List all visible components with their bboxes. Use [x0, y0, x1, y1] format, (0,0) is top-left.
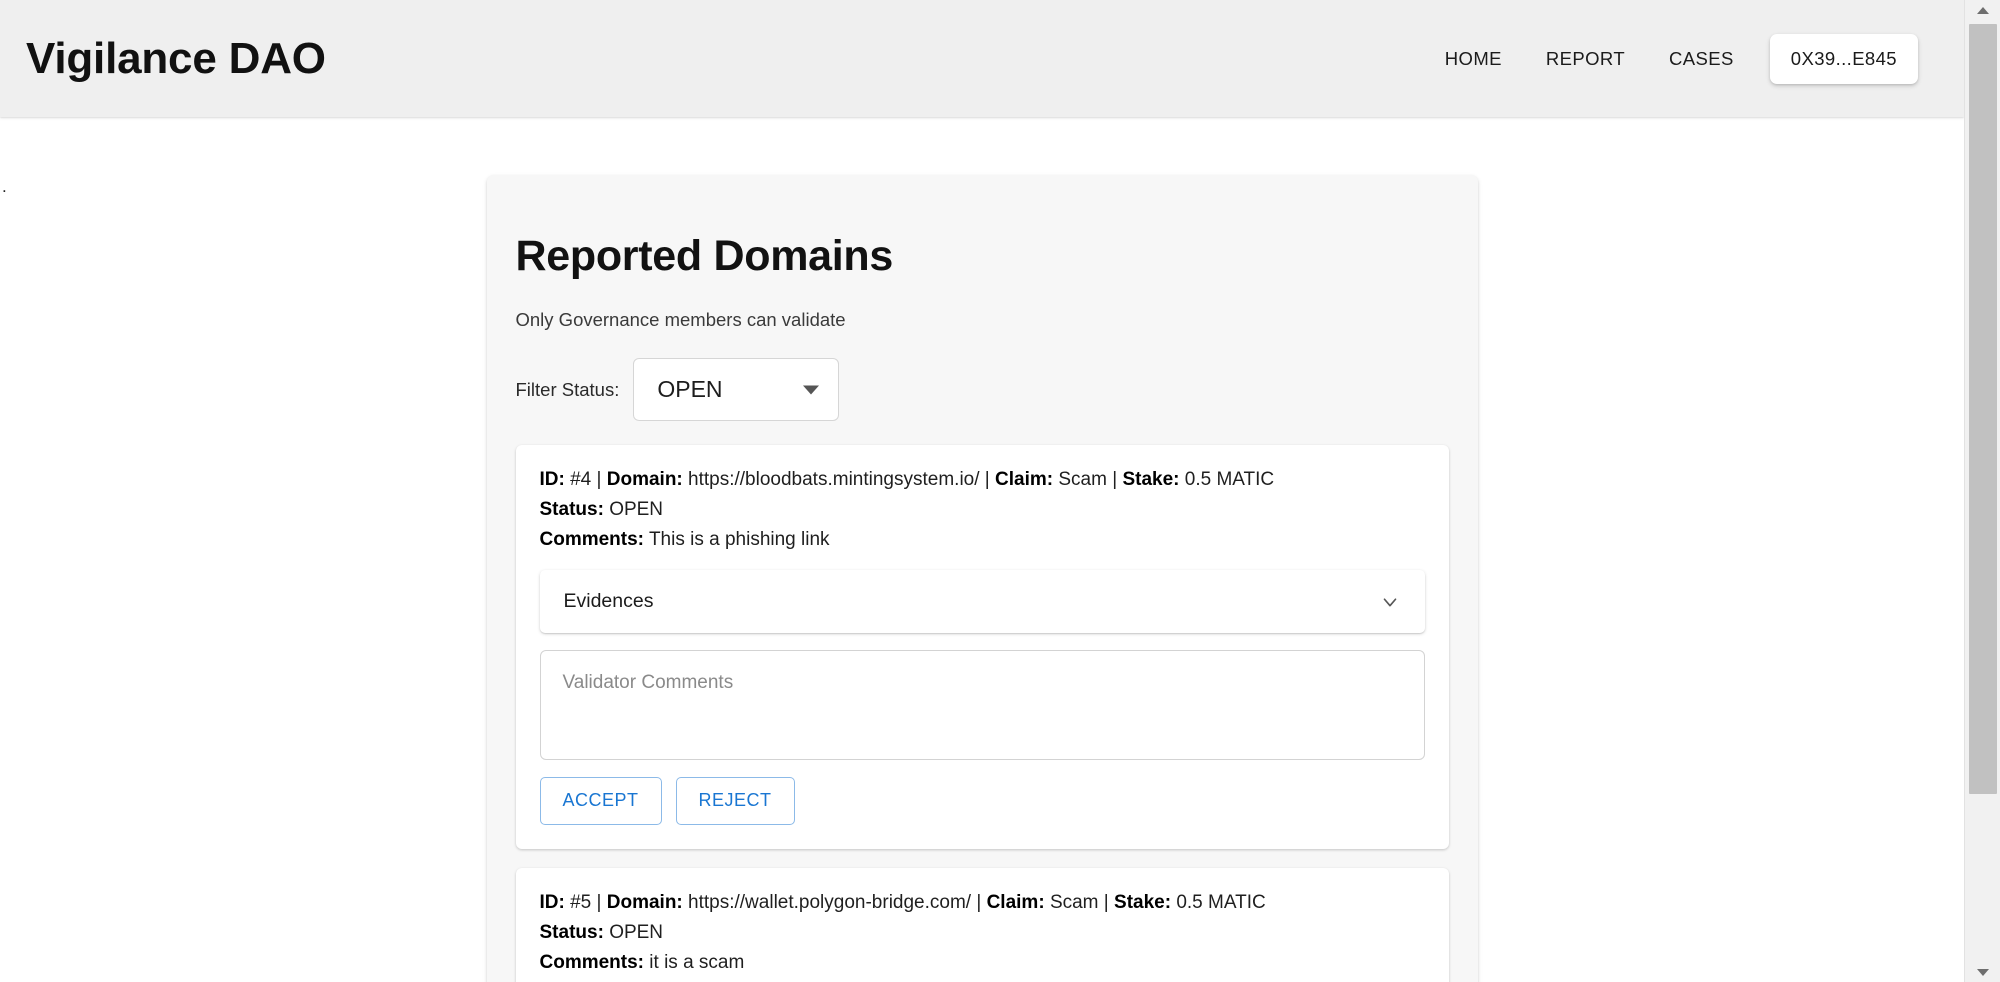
report-actions: ACCEPT REJECT [539, 777, 1425, 825]
nav-item-report[interactable]: REPORT [1524, 38, 1647, 80]
label-status: Status: [539, 499, 604, 521]
nav-item-cases[interactable]: CASES [1647, 38, 1756, 80]
label-id: ID: [539, 891, 565, 913]
scrollbar-up-arrow[interactable] [1965, 0, 2000, 20]
label-domain: Domain: [606, 469, 683, 491]
value-stake: 0.5 MATIC [1184, 469, 1275, 491]
evidences-accordion-summary[interactable]: Evidences [540, 570, 1425, 633]
value-domain: https://wallet.polygon-bridge.com/ [688, 891, 972, 913]
nav-item-home[interactable]: HOME [1423, 38, 1524, 80]
value-comments: This is a phishing link [648, 529, 830, 551]
evidences-label: Evidences [563, 590, 654, 613]
label-claim: Claim: [995, 469, 1054, 491]
meta-separator: | [1103, 891, 1109, 913]
page-title: Reported Domains [515, 232, 894, 280]
value-status: OPEN [609, 921, 664, 943]
value-claim: Scam [1058, 469, 1107, 491]
main-navigation: HOME REPORT CASES 0X39...E845 [1423, 33, 1944, 84]
label-stake: Stake: [1122, 469, 1180, 491]
brand-title: Vigilance DAO [26, 33, 326, 83]
value-comments: it is a scam [649, 951, 745, 973]
label-id: ID: [539, 469, 565, 491]
report-status-line: Status: OPEN [540, 495, 1425, 525]
evidences-accordion: Evidences [539, 570, 1425, 634]
chevron-down-icon [1379, 591, 1401, 613]
accept-button[interactable]: ACCEPT [539, 777, 662, 825]
report-card: ID: #4 | Domain: https://bloodbats.minti… [515, 445, 1449, 849]
label-status: Status: [539, 921, 604, 943]
value-stake: 0.5 MATIC [1176, 891, 1266, 913]
validator-comments-input[interactable] [539, 650, 1425, 761]
label-claim: Claim: [986, 891, 1045, 913]
reject-button[interactable]: REJECT [675, 777, 795, 825]
page-scrollbar[interactable] [1964, 0, 2000, 982]
browser-viewport: Vigilance DAO HOME REPORT CASES 0X39...E… [0, 0, 2000, 982]
filter-status-select-wrap: OPENACCEPTEDREJECTEDALL [633, 358, 840, 422]
scrollbar-thumb[interactable] [1969, 24, 1997, 794]
label-stake: Stake: [1114, 891, 1172, 913]
report-meta-line: ID: #5 | Domain: https://wallet.polygon-… [540, 888, 1425, 918]
wallet-address-button[interactable]: 0X39...E845 [1769, 33, 1918, 84]
label-comments: Comments: [539, 529, 645, 551]
value-domain: https://bloodbats.mintingsystem.io/ [688, 469, 980, 491]
filter-status-label: Filter Status: [515, 378, 620, 400]
value-claim: Scam [1049, 891, 1099, 913]
value-status: OPEN [609, 499, 664, 521]
report-comments-line: Comments: it is a scam [540, 948, 1425, 978]
report-status-line: Status: OPEN [540, 918, 1425, 948]
meta-separator: | [1112, 469, 1118, 491]
main-content: Reported Domains Only Governance members… [0, 117, 1964, 982]
value-id: #5 [570, 891, 592, 913]
meta-separator: | [984, 469, 990, 491]
report-comments-line: Comments: This is a phishing link [540, 525, 1425, 555]
page-scroll-area: Vigilance DAO HOME REPORT CASES 0X39...E… [0, 0, 1964, 982]
meta-separator: | [596, 891, 602, 913]
reported-domains-panel: Reported Domains Only Governance members… [486, 175, 1478, 982]
value-id: #4 [570, 469, 592, 491]
label-domain: Domain: [606, 891, 683, 913]
report-meta-line: ID: #4 | Domain: https://bloodbats.minti… [540, 465, 1425, 495]
label-comments: Comments: [539, 951, 645, 973]
meta-separator: | [596, 469, 602, 491]
report-card: ID: #5 | Domain: https://wallet.polygon-… [515, 867, 1449, 982]
scrollbar-down-arrow[interactable] [1965, 962, 2000, 982]
filter-status-select[interactable]: OPENACCEPTEDREJECTEDALL [633, 358, 840, 422]
meta-separator: | [976, 891, 982, 913]
app-header: Vigilance DAO HOME REPORT CASES 0X39...E… [0, 0, 1964, 117]
report-list: ID: #4 | Domain: https://bloodbats.minti… [515, 445, 1449, 982]
triangle-down-icon [1977, 968, 1989, 976]
page-subtitle: Only Governance members can validate [515, 309, 846, 330]
filter-row: Filter Status: OPENACCEPTEDREJECTEDALL [515, 358, 1449, 422]
triangle-up-icon [1977, 6, 1989, 14]
